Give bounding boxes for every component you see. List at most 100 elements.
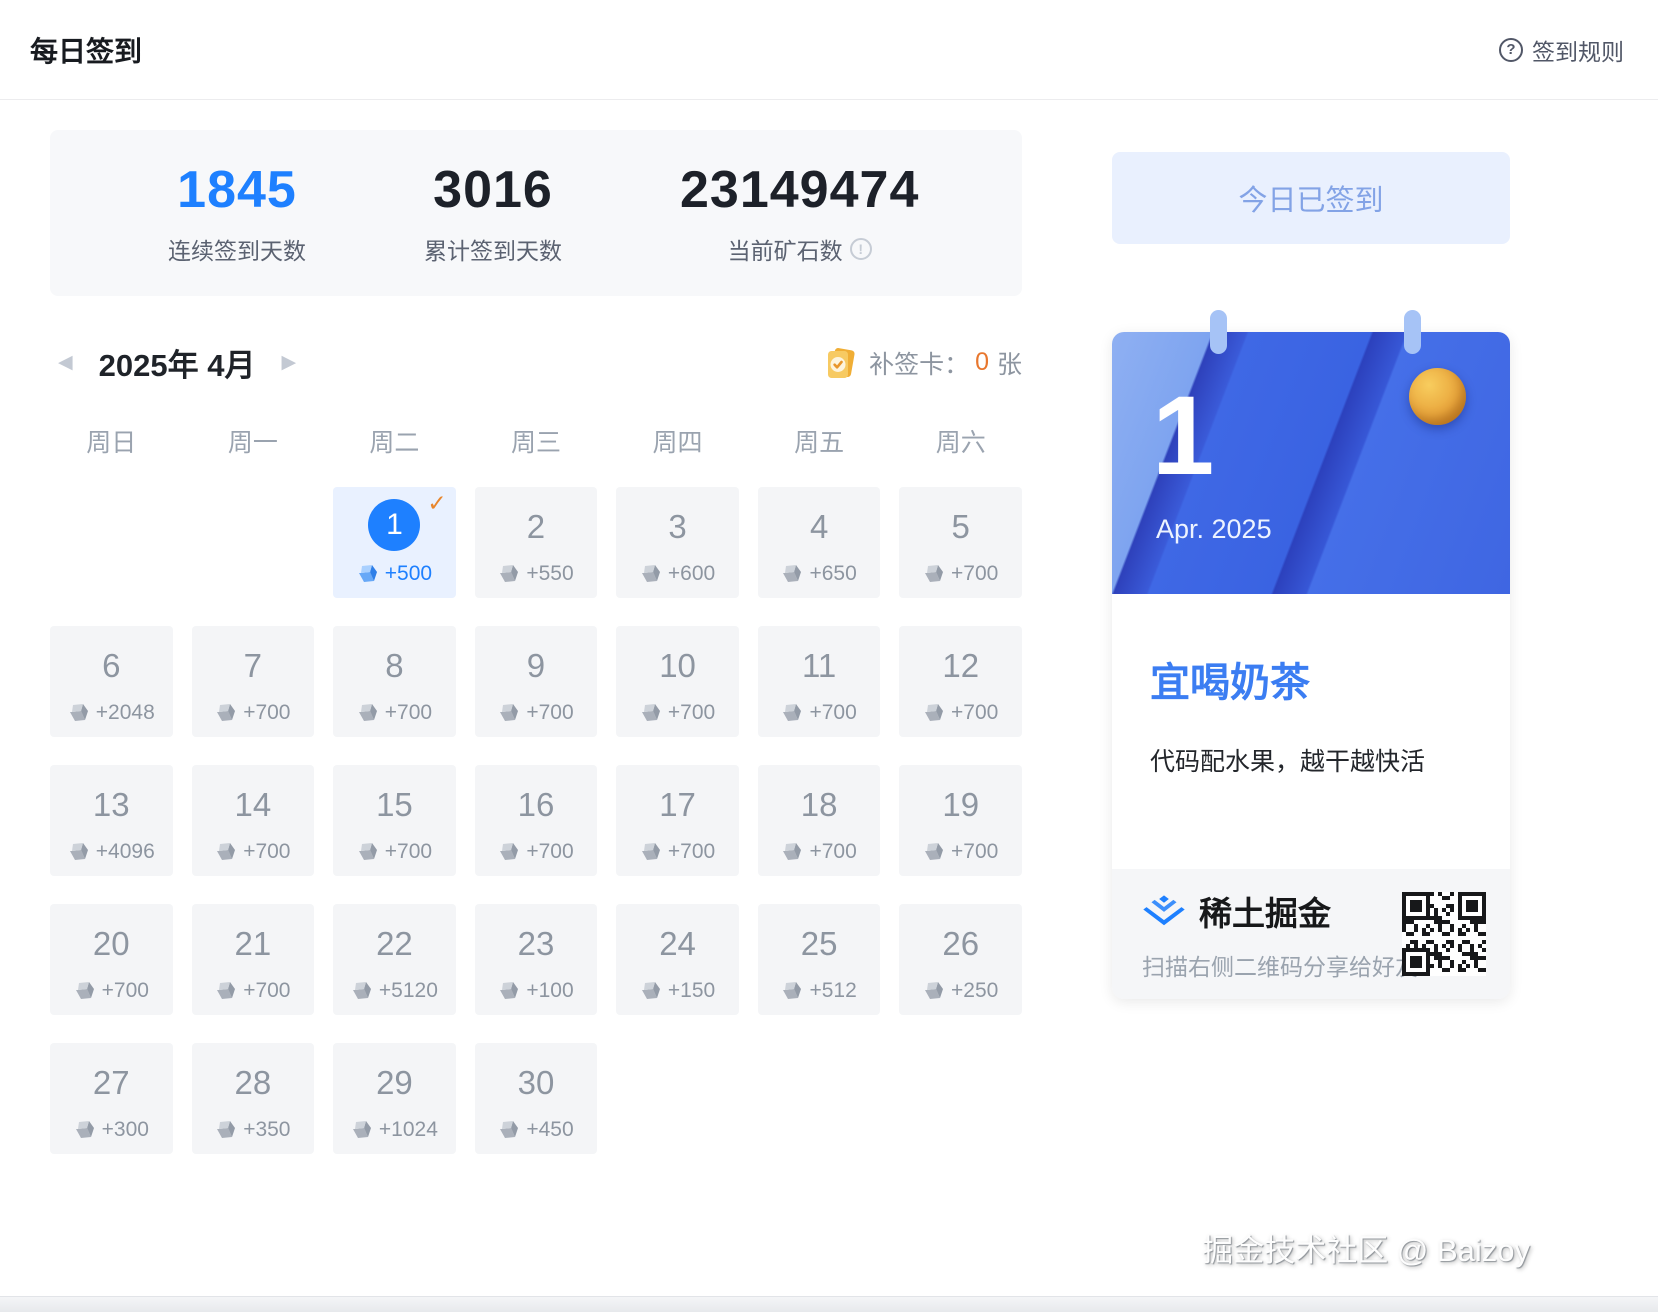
calendar-day-cell[interactable]: ✓ 10 +700 [616, 626, 739, 737]
next-month-button[interactable]: ▶ [281, 353, 296, 372]
ore-icon [357, 841, 379, 863]
ore-icon [781, 563, 803, 585]
calendar-day-cell[interactable]: ✓ 24 +150 [616, 904, 739, 1015]
calendar-day-cell[interactable]: ✓ 8 +700 [333, 626, 456, 737]
day-number: 4 [793, 501, 845, 553]
calendar-day-cell[interactable]: ✓ 20 +700 [50, 904, 173, 1015]
calendar-day-cell[interactable]: ✓ 19 +700 [899, 765, 1022, 876]
calendar-day-cell[interactable]: ✓ 9 +700 [475, 626, 598, 737]
calendar-day-cell[interactable]: ✓ 22 +5120 [333, 904, 456, 1015]
day-number: 20 [85, 918, 137, 970]
day-number: 18 [793, 779, 845, 831]
day-reward: +512 [781, 979, 856, 1003]
reward-amount: +650 [809, 562, 856, 586]
stat-total-days: 3016 累计签到天数 [424, 160, 562, 266]
day-reward: +700 [923, 840, 998, 864]
calendar-day-cell[interactable]: ✓ 25 +512 [758, 904, 881, 1015]
day-reward: +5120 [351, 979, 438, 1003]
reward-amount: +150 [668, 979, 715, 1003]
reward-amount: +512 [809, 979, 856, 1003]
ore-icon [357, 702, 379, 724]
stats-card: 1845 连续签到天数 3016 累计签到天数 23149474 当前矿石数 ! [50, 130, 1022, 296]
signed-in-button[interactable]: 今日已签到 [1112, 152, 1510, 244]
ore-icon [781, 702, 803, 724]
calendar-panel: 1845 连续签到天数 3016 累计签到天数 23149474 当前矿石数 !… [50, 130, 1022, 1154]
calendar-day-cell[interactable]: ✓ 13 +4096 [50, 765, 173, 876]
promo-date: Apr. 2025 [1156, 514, 1272, 545]
ore-icon [68, 841, 90, 863]
ore-icon [215, 1119, 237, 1141]
calendar-day-cell[interactable]: ✓ 15 +700 [333, 765, 456, 876]
promo-day-number: 1 [1152, 380, 1214, 492]
calendar-day-cell[interactable]: ✓ 3 +600 [616, 487, 739, 598]
ore-icon [923, 980, 945, 1002]
ore-icon [640, 563, 662, 585]
day-number: 6 [85, 640, 137, 692]
orange-ball-icon [1409, 368, 1466, 425]
main-content: 1845 连续签到天数 3016 累计签到天数 23149474 当前矿石数 !… [0, 100, 1658, 1154]
calendar-day-cell[interactable]: ✓ 23 +100 [475, 904, 598, 1015]
calendar-day-cell[interactable]: ✓ 16 +700 [475, 765, 598, 876]
day-reward: +700 [498, 840, 573, 864]
day-number: 14 [227, 779, 279, 831]
calendar-day-cell[interactable]: ✓ 27 +300 [50, 1043, 173, 1154]
day-reward: +350 [215, 1118, 290, 1142]
ore-icon [351, 980, 373, 1002]
ore-icon [781, 841, 803, 863]
stat-value: 23149474 [680, 160, 919, 220]
prev-month-button[interactable]: ◀ [58, 353, 73, 372]
day-number: 17 [652, 779, 704, 831]
reward-amount: +700 [385, 840, 432, 864]
reward-amount: +700 [809, 701, 856, 725]
day-number: 12 [935, 640, 987, 692]
calendar-day-cell[interactable]: ✓ 2 +550 [475, 487, 598, 598]
day-number: 27 [85, 1057, 137, 1109]
ore-icon [923, 841, 945, 863]
ore-icon [498, 702, 520, 724]
reward-amount: +5120 [379, 979, 438, 1003]
day-reward: +700 [781, 701, 856, 725]
calendar-day-cell[interactable]: ✓ 29 +1024 [333, 1043, 456, 1154]
calendar-day-cell[interactable]: ✓ 21 +700 [192, 904, 315, 1015]
day-reward: +100 [498, 979, 573, 1003]
promo-footer: 稀土掘金 扫描右侧二维码分享给好友 [1112, 869, 1510, 999]
stat-consecutive-days: 1845 连续签到天数 [168, 160, 306, 266]
check-icon: ✓ [427, 490, 446, 517]
calendar-header: ◀ 2025年 4月 ▶ 补签卡： 0 张 [50, 340, 1022, 385]
calendar-day-cell[interactable]: ✓ 28 +350 [192, 1043, 315, 1154]
promo-title: 宜喝奶茶 [1150, 650, 1472, 708]
calendar-day-cell[interactable]: ✓ 26 +250 [899, 904, 1022, 1015]
day-reward: +2048 [68, 701, 155, 725]
day-number: 7 [227, 640, 279, 692]
weekday-label: 周一 [192, 423, 315, 459]
side-panel: 今日已签到 1 Apr. 2025 宜喝奶茶 代码配水果，越干越快活 [1112, 130, 1510, 1154]
weekday-header-row: 周日 周一 周二 周三 周四 周五 周六 [50, 423, 1022, 459]
day-number: 13 [85, 779, 137, 831]
reward-amount: +450 [526, 1118, 573, 1142]
day-reward: +600 [640, 562, 715, 586]
makeup-card-count: 0 [975, 348, 989, 377]
day-reward: +700 [357, 701, 432, 725]
ore-icon [215, 702, 237, 724]
ore-icon [68, 702, 90, 724]
calendar-day-cell[interactable]: ✓ 17 +700 [616, 765, 739, 876]
day-reward: +700 [781, 840, 856, 864]
signin-rules-link[interactable]: ? 签到规则 [1499, 33, 1624, 67]
calendar-day-cell[interactable]: ✓ 11 +700 [758, 626, 881, 737]
day-reward: +700 [640, 840, 715, 864]
calendar-grid: ✓ 1 +500 ✓ 2 [50, 487, 1022, 1154]
calendar-day-cell[interactable]: ✓ 12 +700 [899, 626, 1022, 737]
calendar-day-cell[interactable]: ✓ 7 +700 [192, 626, 315, 737]
calendar-day-cell[interactable]: ✓ 5 +700 [899, 487, 1022, 598]
calendar-day-cell[interactable]: ✓ 6 +2048 [50, 626, 173, 737]
calendar-day-cell[interactable]: ✓ 30 +450 [475, 1043, 598, 1154]
calendar-day-cell[interactable]: ✓ 4 +650 [758, 487, 881, 598]
calendar-day-cell[interactable]: ✓ 14 +700 [192, 765, 315, 876]
info-circle-icon[interactable]: ! [850, 238, 872, 260]
ore-icon [781, 980, 803, 1002]
calendar-day-cell[interactable]: ✓ 1 +500 [333, 487, 456, 598]
makeup-card-info[interactable]: 补签卡： 0 张 [821, 344, 1022, 382]
day-number: 1 [368, 499, 420, 551]
weekday-label: 周六 [899, 423, 1022, 459]
calendar-day-cell[interactable]: ✓ 18 +700 [758, 765, 881, 876]
